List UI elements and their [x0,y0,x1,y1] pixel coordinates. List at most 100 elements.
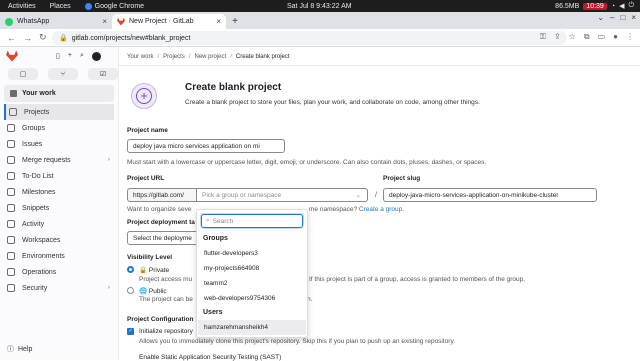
browser-tab-bar: WhatsApp × New Project · GitLab × + ⌄ – … [0,12,640,29]
close-tab-icon[interactable]: × [102,17,107,26]
wifi-icon: ◔ [610,2,616,10]
whatsapp-icon [5,17,13,26]
url-separator: / [375,192,377,199]
back-icon[interactable]: ← [7,33,16,43]
visibility-level-label: Visibility Level [127,254,173,261]
help-button[interactable]: ⓘ Help [7,344,32,354]
project-name-input[interactable]: deploy java micro services application o… [127,139,285,153]
private-help-suffix: If this project is part of a group, acce… [309,276,526,283]
users-header: Users [203,309,223,316]
project-name-label: Project name [127,127,168,134]
shield-icon [7,284,15,292]
battery-indicator: 10:39 [583,2,607,10]
dropdown-item-group[interactable]: web-developers9754306 [204,295,275,302]
lock-icon[interactable]: 🔒 [59,34,68,42]
deployment-target-select[interactable]: Select the deployme [127,231,207,245]
search-icon: ⌕ [206,217,210,224]
todos-counter[interactable]: ☑ [88,68,118,80]
gitlab-logo[interactable] [6,50,18,62]
workspace-icon [7,236,15,244]
merge-requests-counter[interactable]: ⑂ [48,68,78,80]
maximize-icon[interactable]: □ [620,13,625,22]
bookmark-star-icon[interactable]: ☆ [569,32,576,42]
initialize-repo-label: Initialize repository [139,328,193,335]
sidebar-item-workspaces[interactable]: Workspaces [0,232,118,248]
profile-avatar[interactable]: ● [613,32,618,42]
tab-whatsapp[interactable]: WhatsApp × [0,14,112,29]
key-icon[interactable]: ⚿ [540,32,546,42]
sidebar-item-groups[interactable]: Groups [0,120,118,136]
minimize-icon[interactable]: – [610,13,614,22]
dropdown-item-group[interactable]: flutter-developers3 [204,250,258,257]
dropdown-item-group[interactable]: teamm2 [204,280,227,287]
search-icon[interactable]: ⌕ [80,52,84,61]
breadcrumb-current[interactable]: Create blank project [236,54,290,60]
sidebar-item-todo-list[interactable]: To-Do List [0,168,118,184]
context-switcher[interactable]: Your work [4,85,114,102]
merge-request-icon [7,156,15,164]
clock[interactable]: Sat Jul 8 9:43:22 AM [287,3,352,10]
sidebar-item-security[interactable]: Security › [0,280,118,296]
sidepanel-icon[interactable]: ▭ [598,32,606,42]
sidebar-item-milestones[interactable]: Milestones [0,184,118,200]
sidebar-item-operations[interactable]: Operations [0,264,118,280]
breadcrumb-new-project[interactable]: New project [195,54,227,60]
places-menu[interactable]: Places [50,3,71,10]
reload-icon[interactable]: ↻ [39,32,47,43]
blank-project-illustration: + [131,83,157,109]
chevron-right-icon: › [108,157,110,163]
collapse-sidebar-icon[interactable]: ▯ [56,52,60,61]
close-tab-icon[interactable]: × [216,17,221,26]
activities-button[interactable]: Activities [8,3,36,10]
chevron-right-icon: › [108,285,110,291]
public-label: 🌐 Public [139,287,167,295]
breadcrumb-projects[interactable]: Projects [163,54,185,60]
breadcrumb-your-work[interactable]: Your work [127,54,153,60]
sidebar-item-snippets[interactable]: Snippets [0,200,118,216]
create-new-icon[interactable]: + [68,52,72,61]
public-radio[interactable] [127,287,134,294]
sidebar: ▯ + ⌕ ▢ ⑂ ☑ Your work Projects Groups Is… [0,47,119,360]
header-divider [119,65,640,66]
extensions-icon[interactable]: ⧉ [584,32,590,42]
sidebar-item-label: Snippets [22,204,50,212]
app-menu[interactable]: Google Chrome [84,2,144,10]
project-url-label: Project URL [127,175,165,182]
namespace-select[interactable]: Pick a group or namespace ⌄ [196,188,368,202]
os-top-bar: Activities Places Google Chrome Sat Jul … [0,0,640,12]
close-window-icon[interactable]: × [631,13,636,22]
tab-search-icon[interactable]: ⌄ [597,13,604,22]
new-tab-button[interactable]: + [229,15,241,27]
page-title: Create blank project [185,82,282,93]
issues-counter[interactable]: ▢ [8,68,38,80]
dropdown-item-user[interactable]: hamzarehmansheikh4 [204,324,268,331]
private-help-prefix: Project access mu [139,276,193,283]
share-icon[interactable]: ⇪ [554,32,561,42]
user-avatar[interactable] [91,51,101,61]
milestone-icon [7,188,15,196]
dropdown-item-group[interactable]: my-projects664908 [204,265,259,272]
sidebar-item-activity[interactable]: Activity [0,216,118,232]
sidebar-item-label: Activity [22,220,45,228]
tab-gitlab[interactable]: New Project · GitLab × [112,14,226,29]
url-input[interactable]: 🔒 gitlab.com/projects/new#blank_project [52,31,567,45]
project-configuration-label: Project Configuration [127,316,194,323]
sidebar-item-environments[interactable]: Environments [0,248,118,264]
power-icon: ⏻ [628,2,634,9]
sidebar-item-merge-requests[interactable]: Merge requests › [0,152,118,168]
project-slug-label: Project slug [383,175,421,182]
public-text: Public [148,288,167,295]
sidebar-item-projects[interactable]: Projects [4,104,114,120]
menu-icon[interactable]: ⋮ [626,32,634,42]
sidebar-item-label: Projects [24,108,50,116]
dropdown-search-input[interactable]: ⌕ Search [201,214,303,228]
system-tray[interactable]: 86.5MB 10:39 ◔ ◀ ⏻ [555,2,634,10]
lock-icon: 🔒 [139,267,148,274]
create-group-link[interactable]: Create a group. [359,206,404,213]
project-slug-input[interactable]: deploy-java-micro-services-application-o… [383,188,597,202]
sidebar-item-issues[interactable]: Issues [0,136,118,152]
private-radio[interactable] [127,266,134,273]
initialize-repo-checkbox[interactable]: ✓ [127,328,134,335]
address-bar-row: ← → ↻ 🔒 gitlab.com/projects/new#blank_pr… [0,29,640,47]
forward-icon[interactable]: → [23,33,32,43]
